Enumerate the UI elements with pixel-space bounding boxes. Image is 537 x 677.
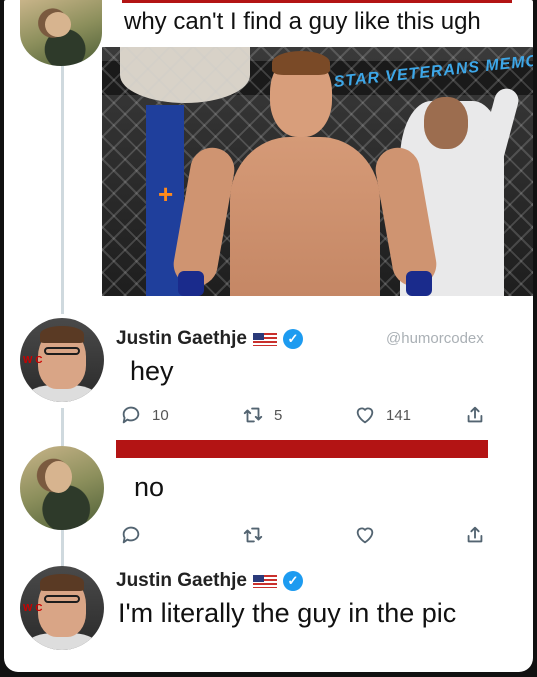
avatar[interactable]: W C [20,566,104,650]
fighter-hair [272,51,330,75]
share-icon [467,406,483,423]
avatar[interactable] [20,0,102,66]
tweet-text: no [134,472,165,502]
heart-icon [356,527,374,544]
like-button[interactable]: 141 [354,404,411,426]
avatar-hair [40,326,84,344]
referee-head [424,97,468,149]
retweet-count: 5 [274,406,283,424]
like-count: 141 [386,406,412,424]
thread-line [61,66,64,314]
reply-button[interactable]: 10 [120,404,169,426]
redacted-bar [122,0,512,3]
fighter-glove [406,271,432,296]
thread-line [61,408,64,446]
heart-icon [356,407,374,424]
retweet-icon [243,407,263,423]
tweet-photo[interactable]: STAR VETERANS MEMORIAL + [102,47,533,296]
author-name[interactable]: Justin Gaethje [116,570,247,592]
share-button[interactable] [464,404,486,426]
us-flag-icon [252,332,277,346]
like-button[interactable] [354,524,376,546]
author-row: Justin Gaethje ✓ [116,570,303,592]
avatar[interactable] [20,446,104,530]
redacted-bar [116,440,488,458]
retweet-icon [243,527,263,543]
twitter-thread-card: why can't I find a guy like this ugh STA… [4,0,533,672]
tweet-text: why can't I find a guy like this ugh [124,8,481,35]
avatar[interactable]: W C [20,318,104,402]
avatar-ring-text: W C [23,354,43,366]
us-flag-icon [252,574,277,588]
tweet-text: I'm literally the guy in the pic [118,598,457,628]
reply-count: 10 [152,406,169,424]
fighter-glove [178,271,204,296]
author-name[interactable]: Justin Gaethje [116,328,247,350]
reply-icon [122,526,140,544]
reply-button[interactable] [120,524,142,546]
verified-badge-icon: ✓ [282,329,303,349]
share-icon [467,526,483,543]
watermark: @humorcodex [386,330,484,347]
share-button[interactable] [464,524,486,546]
reply-icon [122,406,140,424]
author-row: Justin Gaethje ✓ [116,328,303,350]
avatar-glasses [43,594,81,603]
retweet-button[interactable]: 5 [242,404,282,426]
fighter-torso [230,137,380,296]
avatar-ring-text: W C [23,602,43,614]
avatar-glasses [43,346,81,355]
post-logo: + [158,179,174,209]
retweet-button[interactable] [242,524,264,546]
tweet-text: hey [130,356,174,386]
avatar-hair [40,574,84,592]
verified-badge-icon: ✓ [282,571,303,591]
